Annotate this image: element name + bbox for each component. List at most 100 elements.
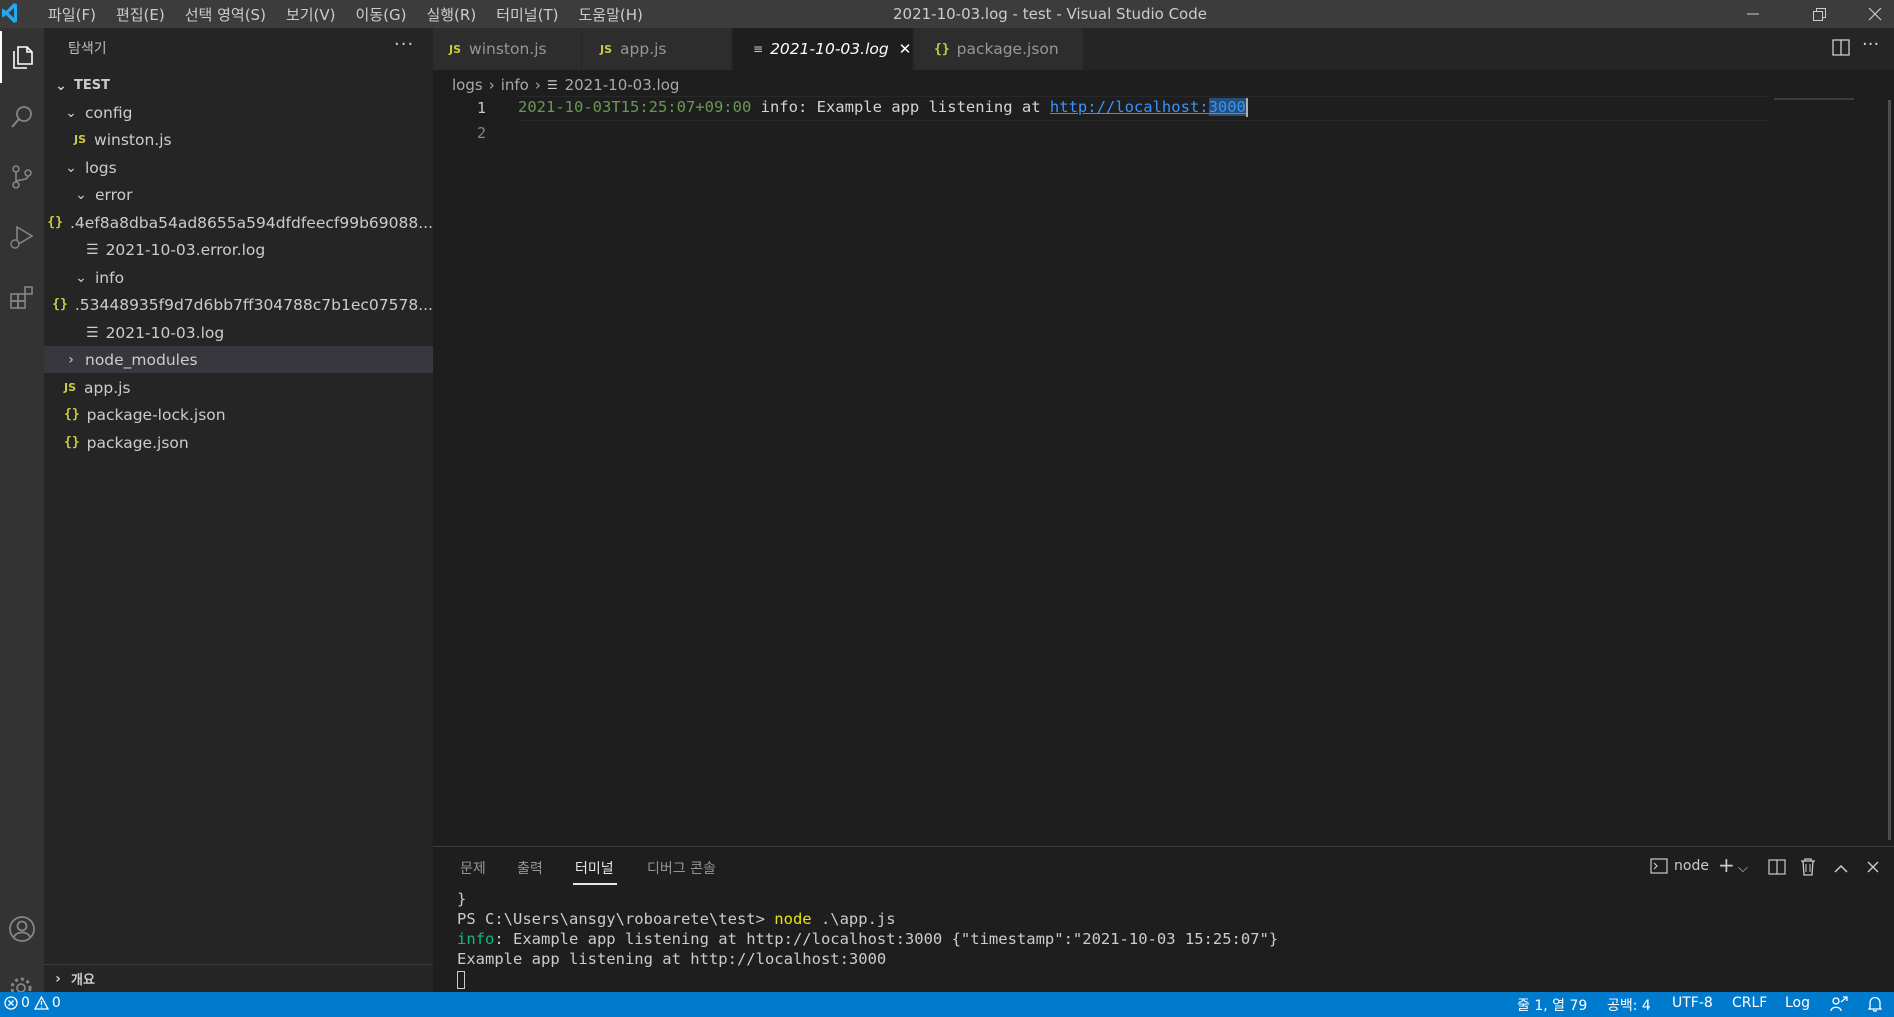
close-panel-button[interactable]	[1867, 859, 1879, 877]
new-terminal-button[interactable]: +	[1718, 853, 1735, 877]
split-terminal-button[interactable]	[1768, 859, 1786, 879]
split-terminal-icon	[1768, 859, 1786, 875]
editor-more-button[interactable]: ···	[1862, 34, 1879, 55]
menu-go[interactable]: 이동(G)	[346, 4, 417, 25]
feedback-icon	[1830, 996, 1848, 1012]
terminal-input[interactable]	[457, 970, 465, 989]
chevron-down-icon: ⌄	[75, 186, 87, 203]
indentation[interactable]: 공백: 4	[1607, 995, 1651, 1015]
menu-selection[interactable]: 선택 영역(S)	[175, 4, 276, 25]
json-file-icon: {}	[64, 407, 80, 422]
outline-section[interactable]: › 개요	[44, 965, 433, 992]
tree-item-error-log[interactable]: ☰ 2021-10-03.error.log	[44, 236, 433, 263]
json-file-icon: {}	[934, 41, 950, 57]
activity-bar: 1	[0, 28, 44, 1009]
editor-line-1[interactable]: 2021-10-03T15:25:07+09:00 info: Example …	[518, 98, 1248, 117]
json-file-icon: {}	[52, 297, 68, 312]
chevron-right-icon: ›	[488, 76, 495, 94]
terminal-icon	[1650, 858, 1668, 874]
restore-button[interactable]	[1796, 0, 1842, 28]
line-number: 1	[476, 99, 486, 117]
source-control-button[interactable]	[0, 151, 44, 203]
log-file-icon: ≡	[753, 42, 764, 56]
tab-winston-js[interactable]: JS winston.js	[433, 28, 582, 70]
account-icon	[9, 916, 35, 942]
problems-status[interactable]: 0 0	[4, 995, 61, 1011]
kill-terminal-button[interactable]	[1800, 858, 1816, 880]
log-file-icon: ☰	[86, 241, 99, 258]
language-mode[interactable]: Log	[1785, 995, 1810, 1011]
panel-tab-problems[interactable]: 문제	[460, 858, 486, 878]
tree-item-config[interactable]: ⌄ config	[44, 99, 433, 126]
menu-run[interactable]: 실행(R)	[416, 4, 486, 25]
explorer-more-button[interactable]: ···	[394, 34, 414, 55]
chevron-up-icon	[1834, 864, 1848, 873]
minimize-button[interactable]	[1730, 0, 1776, 28]
tree-item-error-audit-json[interactable]: {} .4ef8a8dba54ad8655a594dfdfeecf99b6908…	[44, 209, 433, 236]
tree-item-package-lock-json[interactable]: {} package-lock.json	[44, 401, 433, 428]
log-link[interactable]: http://localhost:3000	[1050, 98, 1246, 116]
tree-item-node-modules[interactable]: › node_modules	[44, 346, 433, 373]
explorer-button[interactable]	[0, 31, 44, 83]
tree-item-info-audit-json[interactable]: {} .53448935f9d7d6bb7ff304788c7b1ec07578…	[44, 291, 433, 318]
search-icon	[11, 106, 32, 128]
workspace-root[interactable]: ⌄ TEST	[44, 72, 433, 99]
split-editor-button[interactable]	[1832, 39, 1850, 61]
tree-item-info[interactable]: ⌄ info	[44, 264, 433, 291]
tab-2021-10-03-log[interactable]: ≡ 2021-10-03.log ✕	[733, 28, 913, 70]
terminal-cursor	[457, 970, 465, 989]
panel-tab-terminal[interactable]: 터미널	[575, 858, 614, 878]
close-window-button[interactable]	[1852, 0, 1894, 28]
tree-item-package-json[interactable]: {} package.json	[44, 429, 433, 456]
menu-help[interactable]: 도움말(H)	[568, 4, 652, 25]
window-title: 2021-10-03.log - test - Visual Studio Co…	[892, 5, 1207, 23]
breadcrumb-logs[interactable]: logs	[452, 76, 483, 94]
chevron-down-icon: ⌄	[65, 159, 77, 176]
menu-file[interactable]: 파일(F)	[38, 4, 106, 25]
tree-item-app-js[interactable]: JS app.js	[44, 374, 433, 401]
search-button[interactable]	[0, 91, 44, 143]
live-share-button[interactable]	[1830, 996, 1848, 1016]
tab-package-json[interactable]: {} package.json	[914, 28, 1084, 70]
accounts-button[interactable]	[0, 903, 44, 955]
files-icon	[13, 46, 33, 69]
extensions-button[interactable]	[0, 271, 44, 323]
run-debug-button[interactable]	[0, 211, 44, 263]
line-number: 2	[476, 124, 486, 142]
line-ending[interactable]: CRLF	[1732, 995, 1767, 1011]
cursor-position[interactable]: 줄 1, 열 79	[1517, 995, 1587, 1015]
plus-icon: +	[1718, 853, 1735, 877]
log-message: info: Example app listening at	[751, 98, 1050, 116]
bell-icon	[1867, 996, 1883, 1012]
run-debug-icon	[10, 225, 34, 249]
tree-item-info-log[interactable]: ☰ 2021-10-03.log	[44, 319, 433, 346]
error-icon	[4, 996, 18, 1010]
notifications-button[interactable]	[1867, 996, 1883, 1016]
breadcrumb-file[interactable]: 2021-10-03.log	[565, 76, 680, 94]
menu-edit[interactable]: 편집(E)	[106, 4, 175, 25]
breadcrumb: logs › info › ☰ 2021-10-03.log	[452, 74, 679, 96]
json-file-icon: {}	[47, 215, 63, 230]
menu-terminal[interactable]: 터미널(T)	[486, 4, 568, 25]
terminal-dropdown-button[interactable]: ⌵	[1738, 861, 1748, 876]
menu-view[interactable]: 보기(V)	[276, 4, 346, 25]
tree-item-winston-js[interactable]: JS winston.js	[44, 126, 433, 153]
encoding[interactable]: UTF-8	[1672, 995, 1713, 1011]
panel-tab-debug-console[interactable]: 디버그 콘솔	[647, 858, 716, 878]
tab-app-js[interactable]: JS app.js	[582, 28, 732, 70]
split-editor-icon	[1832, 39, 1850, 56]
breadcrumb-info[interactable]: info	[501, 76, 529, 94]
json-file-icon: {}	[64, 435, 80, 450]
javascript-file-icon: JS	[74, 133, 87, 146]
close-tab-icon[interactable]: ✕	[899, 40, 912, 58]
tree-item-logs[interactable]: ⌄ logs	[44, 154, 433, 181]
chevron-down-icon: ⌄	[65, 104, 77, 121]
terminal-selector[interactable]: node	[1650, 858, 1709, 874]
source-control-icon	[12, 165, 32, 189]
minimap[interactable]	[1774, 98, 1854, 100]
editor-scrollbar[interactable]	[1888, 100, 1891, 840]
maximize-panel-button[interactable]	[1834, 860, 1848, 878]
panel-tab-output[interactable]: 출력	[517, 858, 543, 878]
terminal-line: }	[457, 890, 467, 908]
tree-item-error[interactable]: ⌄ error	[44, 181, 433, 208]
